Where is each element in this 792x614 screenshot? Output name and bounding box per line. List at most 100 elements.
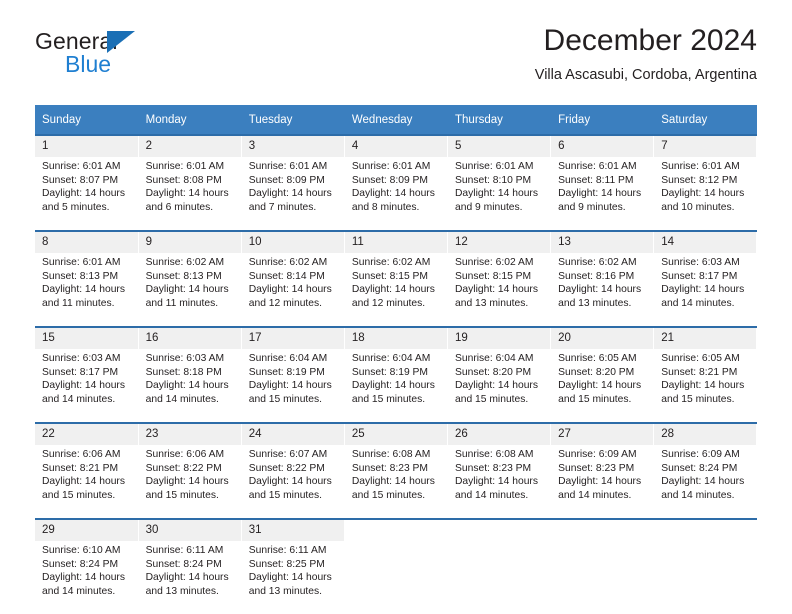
day-sunset-text: Sunset: 8:10 PM [455,174,532,186]
day-number[interactable]: 9 [138,232,242,253]
day-sunrise-text: Sunrise: 6:02 AM [145,257,225,268]
day-daylight-text: Daylight: 14 hours [351,284,435,296]
general-blue-logo[interactable]: General Blue [35,28,225,86]
day-cell: Sunrise: 6:02 AM Sunset: 8:14 PM Daylight:… [241,253,345,326]
day-sunrise-text: Sunrise: 6:01 AM [351,161,431,172]
day-number[interactable]: 28 [653,424,758,445]
day-daylight-text: and 14 minutes. [661,489,735,501]
day-number[interactable]: 20 [550,328,655,349]
day-daylight-text: and 8 minutes. [351,201,420,213]
day-sunset-text: Sunset: 8:23 PM [351,462,429,474]
day-cell: Sunrise: 6:09 AM Sunset: 8:24 PM Daylight:… [653,445,758,518]
day-cell: Sunrise: 6:04 AM Sunset: 8:19 PM Daylight:… [241,349,345,422]
day-daylight-text: Daylight: 14 hours [42,380,125,392]
day-cell: Sunrise: 6:02 AM Sunset: 8:16 PM Daylight:… [550,253,655,326]
day-number[interactable]: 11 [344,232,449,253]
day-cell: Sunrise: 6:01 AM Sunset: 8:09 PM Daylight:… [241,157,345,230]
day-cell: Sunrise: 6:03 AM Sunset: 8:17 PM Daylight:… [35,349,139,422]
day-number-empty [447,520,552,541]
day-number[interactable]: 5 [447,136,552,157]
day-number[interactable]: 27 [550,424,655,445]
day-sunset-text: Sunset: 8:11 PM [558,174,634,186]
day-sunrise-text: Sunrise: 6:01 AM [455,161,534,172]
day-number[interactable]: 25 [344,424,449,445]
day-sunset-text: Sunset: 8:21 PM [42,462,119,474]
day-number-row: 15 16 17 18 19 20 21 [35,328,758,349]
day-number[interactable]: 3 [241,136,345,157]
page-title: December 2024 [543,24,757,57]
day-number[interactable]: 15 [35,328,139,349]
day-daylight-text: Daylight: 14 hours [558,188,642,200]
day-sunset-text: Sunset: 8:19 PM [351,366,429,378]
day-sunset-text: Sunset: 8:22 PM [145,462,222,474]
day-cell: Sunrise: 6:08 AM Sunset: 8:23 PM Daylight:… [344,445,449,518]
day-daylight-text: and 15 minutes. [558,393,632,405]
day-daylight-text: and 12 minutes. [248,297,323,309]
day-number[interactable]: 1 [35,136,139,157]
day-sunset-text: Sunset: 8:23 PM [455,462,532,474]
day-daylight-text: and 15 minutes. [455,393,529,405]
day-sunrise-text: Sunrise: 6:01 AM [42,161,121,172]
day-daylight-text: and 15 minutes. [248,393,323,405]
weekday-header-wednesday: Wednesday [344,105,449,134]
day-number[interactable]: 22 [35,424,139,445]
day-daylight-text: and 15 minutes. [42,489,116,501]
day-sunrise-text: Sunrise: 6:01 AM [558,161,637,172]
day-sunset-text: Sunset: 8:17 PM [42,366,119,378]
day-number[interactable]: 14 [653,232,758,253]
day-sunset-text: Sunset: 8:15 PM [455,270,532,282]
day-sunset-text: Sunset: 8:18 PM [145,366,222,378]
day-detail-row: Sunrise: 6:01 AM Sunset: 8:13 PM Daylight:… [35,253,758,326]
day-sunset-text: Sunset: 8:09 PM [248,174,325,186]
day-number[interactable]: 16 [138,328,242,349]
day-number[interactable]: 6 [550,136,655,157]
day-number[interactable]: 19 [447,328,552,349]
day-number[interactable]: 17 [241,328,345,349]
day-sunrise-text: Sunrise: 6:06 AM [145,449,225,460]
day-number[interactable]: 12 [447,232,552,253]
day-number[interactable]: 8 [35,232,139,253]
day-cell-empty [447,541,552,614]
day-sunrise-text: Sunrise: 6:01 AM [145,161,225,172]
day-number[interactable]: 4 [344,136,449,157]
day-daylight-text: Daylight: 14 hours [248,476,332,488]
day-daylight-text: and 14 minutes. [42,393,116,405]
day-number[interactable]: 24 [241,424,345,445]
day-daylight-text: Daylight: 14 hours [42,572,125,584]
day-daylight-text: Daylight: 14 hours [145,572,229,584]
day-number[interactable]: 30 [138,520,242,541]
day-number[interactable]: 7 [653,136,758,157]
day-number-row: 22 23 24 25 26 27 28 [35,424,758,445]
day-daylight-text: Daylight: 14 hours [661,188,745,200]
day-cell: Sunrise: 6:02 AM Sunset: 8:15 PM Daylight:… [344,253,449,326]
day-daylight-text: and 13 minutes. [145,585,219,597]
day-daylight-text: and 15 minutes. [351,393,426,405]
day-number[interactable]: 26 [447,424,552,445]
day-number-row: 1234567 [35,136,758,157]
day-number[interactable]: 31 [241,520,345,541]
day-cell: Sunrise: 6:01 AM Sunset: 8:13 PM Daylight:… [35,253,139,326]
logo-text-blue: Blue [65,51,112,77]
day-number[interactable]: 13 [550,232,655,253]
day-cell: Sunrise: 6:08 AM Sunset: 8:23 PM Daylight:… [447,445,552,518]
day-number[interactable]: 10 [241,232,345,253]
day-daylight-text: and 13 minutes. [248,585,323,597]
day-daylight-text: Daylight: 14 hours [351,476,435,488]
day-sunrise-text: Sunrise: 6:01 AM [661,161,740,172]
day-number[interactable]: 2 [138,136,242,157]
day-number[interactable]: 18 [344,328,449,349]
day-daylight-text: Daylight: 14 hours [558,476,642,488]
day-cell: Sunrise: 6:01 AM Sunset: 8:08 PM Daylight:… [138,157,242,230]
day-daylight-text: Daylight: 14 hours [42,284,125,296]
day-daylight-text: and 15 minutes. [661,393,735,405]
day-cell-empty [653,541,758,614]
day-sunset-text: Sunset: 8:24 PM [661,462,738,474]
day-number[interactable]: 21 [653,328,758,349]
day-sunset-text: Sunset: 8:16 PM [558,270,635,282]
day-number[interactable]: 29 [35,520,139,541]
day-sunrise-text: Sunrise: 6:05 AM [558,353,637,364]
day-cell: Sunrise: 6:09 AM Sunset: 8:23 PM Daylight:… [550,445,655,518]
day-daylight-text: Daylight: 14 hours [248,380,332,392]
day-sunrise-text: Sunrise: 6:04 AM [248,353,328,364]
day-number[interactable]: 23 [138,424,242,445]
